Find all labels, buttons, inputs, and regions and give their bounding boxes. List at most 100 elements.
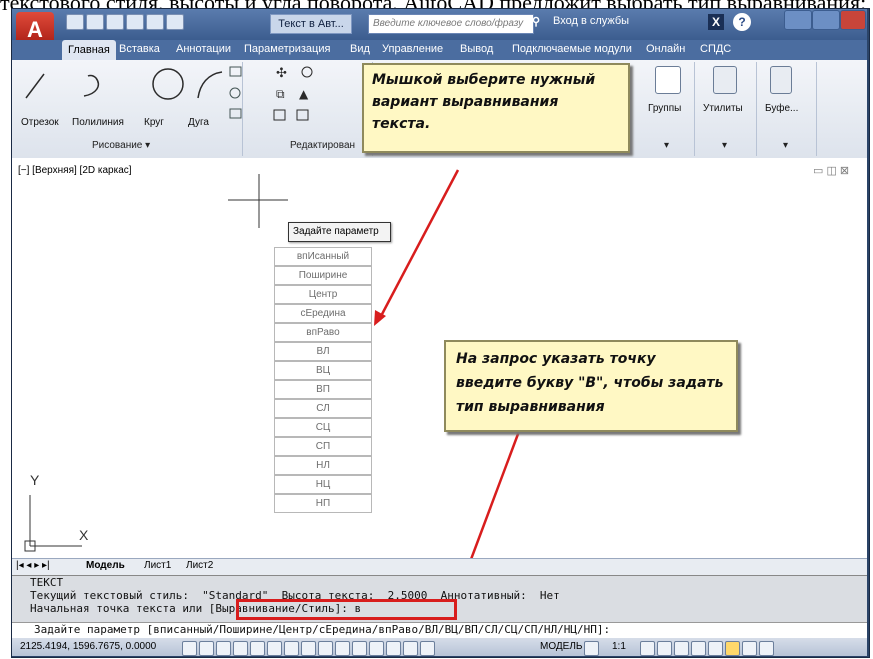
line-tool-label[interactable]: Отрезок [21,117,59,128]
clipboard-icon[interactable] [770,66,792,94]
object-snap-icon[interactable] [267,641,282,656]
command-prompt[interactable]: Задайте параметр [вписанный/Поширине/Цен… [34,623,610,636]
search-input[interactable]: Введите ключевое слово/фразу [368,14,534,34]
option-item[interactable]: сЕредина [274,304,372,323]
workspace-switch-icon[interactable] [674,641,689,656]
quick-properties-icon[interactable] [386,641,401,656]
grid-display-icon[interactable] [216,641,231,656]
option-item[interactable]: ВП [274,380,372,399]
transparency-icon[interactable] [369,641,384,656]
lineweight-icon[interactable] [352,641,367,656]
option-item[interactable]: НЛ [274,456,372,475]
groups-panel-arrow[interactable]: ▾ [664,140,669,151]
autoscale-icon[interactable] [657,641,672,656]
print-icon[interactable] [146,14,164,30]
status-menu-icon[interactable] [742,641,757,656]
tab-output[interactable]: Вывод [460,43,493,55]
dynamic-input-icon[interactable] [335,641,350,656]
layout-nav-arrows[interactable]: |◂ ◂ ▸ ▸| [16,560,50,571]
selection-cycling-icon[interactable] [403,641,418,656]
option-item[interactable]: СП [274,437,372,456]
ucs-y-label: Y [30,472,40,488]
snap-mode-icon[interactable] [199,641,214,656]
calculator-icon[interactable] [713,66,737,94]
minimize-button[interactable] [784,10,812,30]
option-item[interactable]: НЦ [274,475,372,494]
circle-tool-icon [152,68,184,100]
annotation-visibility-icon[interactable] [640,641,655,656]
open-file-icon[interactable] [86,14,104,30]
copy-tool-icon: ⧉ [276,87,285,101]
option-item[interactable]: Поширине [274,266,372,285]
help-button[interactable]: ? [733,13,751,31]
option-item[interactable]: ВЛ [274,342,372,361]
new-file-icon[interactable] [66,14,84,30]
model-space-toggle[interactable]: МОДЕЛЬ [540,641,582,652]
option-item[interactable]: Центр [274,285,372,304]
lock-icon[interactable] [691,641,706,656]
clipboard-panel-arrow[interactable]: ▾ [783,140,788,151]
save-icon[interactable] [106,14,124,30]
arrow-top-callout [378,169,460,319]
undo-icon[interactable] [166,14,184,30]
circle-tool-label[interactable]: Круг [144,117,164,128]
option-item[interactable]: ВЦ [274,361,372,380]
tab-insert[interactable]: Вставка [119,43,160,55]
groups-icon[interactable] [655,66,681,94]
infer-constraints-icon[interactable] [182,641,197,656]
command-history-line: ТЕКСТ [30,576,64,589]
close-button[interactable] [840,10,866,30]
scale-tool-icon [296,109,309,121]
exchange-x-button[interactable]: X [708,14,724,30]
clipboard-label[interactable]: Буфе... [765,103,798,114]
clean-screen-icon[interactable] [759,641,774,656]
ortho-mode-icon[interactable] [233,641,248,656]
options-menu-title: Задайте параметр [288,222,391,242]
hardware-acceleration-icon[interactable] [708,641,723,656]
tab-view[interactable]: Вид [350,43,370,55]
mirror-tool-icon: ▲ [299,87,309,101]
utilities-label[interactable]: Утилиты [703,103,743,114]
tab-plugins[interactable]: Подключаемые модули [512,43,632,55]
callout-select-option: Мышкой выберите нужный вариант выравнива… [362,63,630,153]
groups-label[interactable]: Группы [648,103,681,114]
tab-parametric[interactable]: Параметризация [244,43,330,55]
hatch-tool-icon [229,87,241,99]
3d-osnap-icon[interactable] [284,641,299,656]
tab-layout2[interactable]: Лист2 [186,560,213,571]
option-item[interactable]: впРаво [274,323,372,342]
tab-layout1[interactable]: Лист1 [144,560,171,571]
save-as-icon[interactable] [126,14,144,30]
tab-model[interactable]: Модель [86,560,125,571]
line-tool-icon [25,73,45,99]
binoculars-icon[interactable]: ⚲ [532,15,540,28]
option-item[interactable]: СЦ [274,418,372,437]
option-item[interactable]: впИсанный [274,247,372,266]
callout-enter-letter: На запрос указать точку введите букву "В… [444,340,738,432]
coordinates-readout[interactable]: 2125.4194, 1596.7675, 0.0000 [20,641,156,652]
maximize-button[interactable] [812,10,840,30]
sign-in-link[interactable]: Вход в службы [553,15,629,27]
polyline-tool-label[interactable]: Полилиния [72,117,124,128]
draw-panel-title[interactable]: Рисование ▾ [92,140,150,151]
rectangle-tool-icon [229,66,242,77]
arrow-bottom-callout [470,417,526,558]
option-item[interactable]: НП [274,494,372,513]
tab-online[interactable]: Онлайн [646,43,685,55]
modify-panel-title[interactable]: Редактирован [290,140,355,151]
option-item[interactable]: СЛ [274,399,372,418]
tab-spds[interactable]: СПДС [700,43,731,55]
isolate-objects-icon[interactable] [725,641,740,656]
polar-tracking-icon[interactable] [250,641,265,656]
annotation-monitor-icon[interactable] [420,641,435,656]
utilities-panel-arrow[interactable]: ▾ [722,140,727,151]
polyline-tool-icon [83,74,100,97]
ducs-icon[interactable] [318,641,333,656]
tab-annotate[interactable]: Аннотации [176,43,231,55]
tab-manage[interactable]: Управление [382,43,443,55]
tab-home[interactable]: Главная [62,40,116,60]
annotation-scale[interactable]: 1:1 [612,641,626,652]
quick-view-layouts-icon[interactable] [584,641,599,656]
arc-tool-label[interactable]: Дуга [188,117,209,128]
otrack-icon[interactable] [301,641,316,656]
